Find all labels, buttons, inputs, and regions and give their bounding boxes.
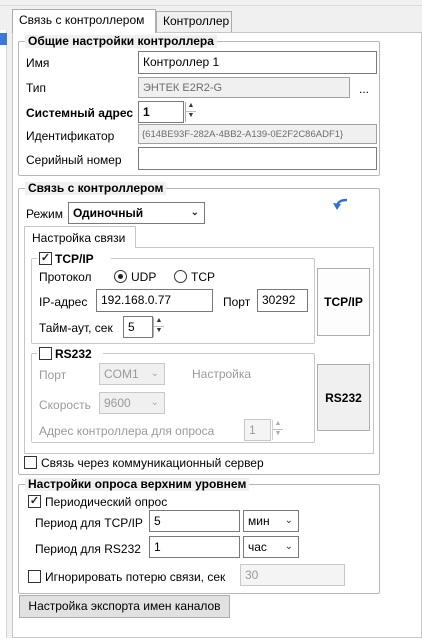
- rs-period-label: Период для RS232: [35, 542, 141, 556]
- tcp-radio[interactable]: [174, 270, 187, 283]
- spin-up-icon[interactable]: ▲: [186, 102, 196, 112]
- ignore-loss-label: Игнорировать потерю связи, сек: [45, 570, 226, 584]
- rs-speed-label: Скорость: [39, 398, 91, 412]
- port-input[interactable]: 30292: [257, 289, 308, 312]
- chevron-down-icon: ⌄: [150, 397, 159, 408]
- window-top-strip: [0, 0, 422, 6]
- mode-label: Режим: [26, 207, 63, 221]
- export-channel-names-button[interactable]: Настройка экспорта имен каналов: [19, 595, 230, 618]
- rs-port-select[interactable]: COM1 ⌄: [99, 363, 165, 385]
- tcpip-checkbox[interactable]: [39, 252, 52, 265]
- rs-port-value: COM1: [104, 367, 139, 381]
- rs-period-unit-value: час: [248, 540, 267, 554]
- rs-period-unit-select[interactable]: час ⌄: [243, 536, 299, 558]
- polling-title: Настройки опроса верхним уровнем: [25, 478, 250, 491]
- udp-radio[interactable]: [114, 270, 127, 283]
- rs-speed-select[interactable]: 9600 ⌄: [99, 392, 165, 414]
- rs232-mode-button[interactable]: RS232: [317, 364, 370, 431]
- chevron-down-icon: ⌄: [284, 515, 293, 526]
- ignore-loss-input[interactable]: 30: [240, 564, 345, 586]
- name-label: Имя: [26, 56, 50, 70]
- system-address-input[interactable]: 1: [138, 101, 184, 123]
- type-browse-button[interactable]: ...: [359, 82, 369, 96]
- sidebar-selection: [0, 33, 7, 45]
- connection-title: Связь с контроллером: [25, 182, 167, 195]
- spin-down-icon[interactable]: ▼: [154, 327, 164, 337]
- system-address-spinner[interactable]: ▲ ▼: [185, 102, 196, 122]
- port-label: Порт: [223, 295, 251, 309]
- spin-down-icon[interactable]: ▼: [273, 430, 283, 440]
- chevron-down-icon: ⌄: [284, 541, 293, 552]
- rs232-checkbox[interactable]: [39, 347, 52, 360]
- tcp-label: TCP: [191, 270, 215, 284]
- tcp-period-input[interactable]: 5: [149, 510, 240, 532]
- identifier-field: {614BE93F-282A-4BB2-A139-0E2F2C86ADF1}: [138, 124, 377, 144]
- type-field: ЭНТЕК E2R2-G: [138, 77, 350, 98]
- general-settings-title: Общие настройки контроллера: [25, 35, 217, 48]
- periodic-poll-label: Периодический опрос: [45, 495, 168, 509]
- rs-period-input[interactable]: 1: [149, 536, 240, 558]
- rs-settings-label: Настройка: [192, 367, 252, 381]
- rs-poll-address-spinner[interactable]: ▲ ▼: [272, 420, 283, 440]
- mode-select[interactable]: Одиночный ⌄: [68, 202, 205, 224]
- chevron-down-icon: ⌄: [190, 207, 199, 218]
- sidebar-strip[interactable]: [0, 30, 7, 638]
- tab-controller[interactable]: Контроллер: [156, 11, 232, 32]
- identifier-label: Идентификатор: [26, 129, 115, 143]
- ignore-loss-checkbox[interactable]: [28, 570, 41, 583]
- ip-address-input[interactable]: 192.168.0.77: [96, 289, 213, 312]
- rs-poll-address-input[interactable]: 1: [244, 419, 271, 441]
- timeout-input[interactable]: 5: [123, 316, 153, 338]
- comm-server-checkbox[interactable]: [24, 456, 37, 469]
- timeout-spinner[interactable]: ▲ ▼: [153, 317, 164, 337]
- tcp-period-unit-select[interactable]: мин ⌄: [243, 510, 299, 532]
- tab-controller-connection[interactable]: Связь с контроллером: [12, 9, 156, 33]
- serial-number-input[interactable]: [138, 147, 377, 170]
- udp-label: UDP: [131, 270, 157, 284]
- tcp-period-unit-value: мин: [248, 514, 270, 528]
- spin-up-icon[interactable]: ▲: [273, 420, 283, 430]
- serial-number-label: Серийный номер: [26, 153, 122, 167]
- spin-down-icon[interactable]: ▼: [186, 112, 196, 122]
- tcpip-mode-button[interactable]: TCP/IP: [317, 268, 370, 336]
- name-input[interactable]: Контроллер 1: [138, 51, 377, 74]
- type-label: Тип: [26, 81, 47, 95]
- tcpip-title: TCP/IP: [55, 252, 94, 266]
- timeout-label: Тайм-аут, сек: [39, 321, 113, 335]
- periodic-poll-checkbox[interactable]: [28, 495, 41, 508]
- rs-speed-value: 9600: [104, 396, 131, 410]
- ip-address-label: IP-адрес: [39, 295, 88, 309]
- blue-curved-arrow-icon[interactable]: [331, 197, 349, 211]
- spin-up-icon[interactable]: ▲: [154, 317, 164, 327]
- tcp-period-label: Период для TCP/IP: [35, 516, 143, 530]
- rs-poll-address-label: Адрес контроллера для опроса: [39, 424, 215, 438]
- comm-server-label: Связь через коммуникационный сервер: [41, 456, 264, 470]
- system-address-label: Системный адрес: [26, 106, 134, 120]
- protocol-label: Протокол: [39, 270, 92, 284]
- tab-connection-settings[interactable]: Настройка связи: [24, 226, 136, 248]
- mode-value: Одиночный: [73, 206, 144, 220]
- rs-port-label: Порт: [39, 368, 67, 382]
- chevron-down-icon: ⌄: [150, 368, 159, 379]
- rs232-title: RS232: [55, 347, 92, 361]
